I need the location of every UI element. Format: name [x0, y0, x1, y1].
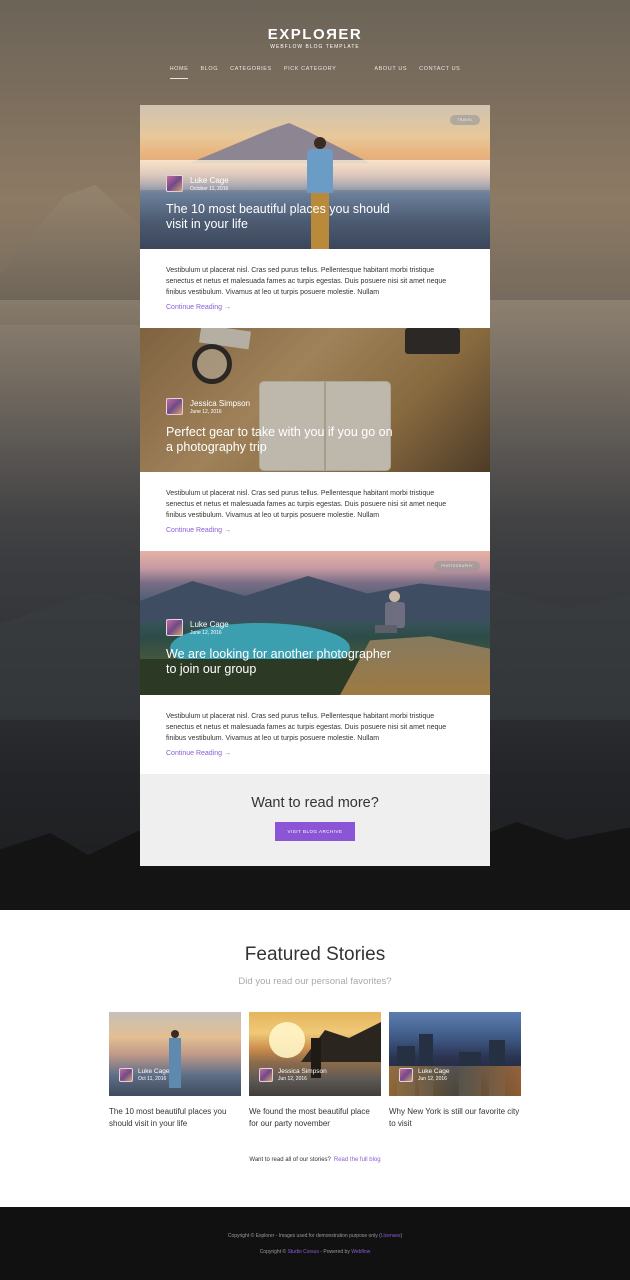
featured-card-image[interactable]: Luke Cage Oct 11, 2016	[109, 1012, 241, 1096]
featured-card[interactable]: Jessica Simpson Jun 12, 2016 We found th…	[249, 1012, 381, 1130]
site-header: EXPLOЯER WEBFLOW BLOG TEMPLATE	[0, 26, 630, 50]
card-author: Jessica Simpson Jun 12, 2016	[259, 1068, 327, 1082]
post-image[interactable]: Jessica Simpson June 12, 2016 Perfect ge…	[140, 328, 490, 472]
nav-about-us[interactable]: ABOUT US	[374, 66, 407, 79]
nav-categories[interactable]: CATEGORIES	[230, 66, 272, 79]
post-date: October 11, 2016	[190, 185, 229, 192]
post-excerpt: Vestibulum ut placerat nisl. Cras sed pu…	[166, 713, 447, 742]
featured-card-title[interactable]: The 10 most beautiful places you should …	[109, 1106, 241, 1130]
post-title[interactable]: The 10 most beautiful places you should …	[166, 202, 396, 232]
post-body: Vestibulum ut placerat nisl. Cras sed pu…	[140, 249, 490, 328]
post-card: PHOTOGRAPHY Luke Cage June 12, 2016 We a…	[140, 551, 490, 774]
avatar	[259, 1068, 273, 1082]
author-meta: Luke Cage October 11, 2016	[190, 176, 229, 192]
footer-line-2: Copyright © Studio Corsus - Powered by W…	[0, 1249, 630, 1255]
footer-powered-by: - Powered by	[318, 1249, 352, 1255]
post-excerpt: Vestibulum ut placerat nisl. Cras sed pu…	[166, 490, 447, 519]
post-body: Vestibulum ut placerat nisl. Cras sed pu…	[140, 472, 490, 551]
featured-card[interactable]: Luke Cage Oct 11, 2016 The 10 most beaut…	[109, 1012, 241, 1130]
hiker-figure	[375, 591, 405, 641]
continue-reading-link[interactable]: Continue Reading →	[166, 304, 464, 311]
author-meta: Jessica Simpson June 12, 2016	[190, 399, 250, 415]
site-tagline: WEBFLOW BLOG TEMPLATE	[270, 44, 360, 50]
avatar	[119, 1068, 133, 1082]
author-name: Luke Cage	[138, 1068, 170, 1075]
continue-reading-link[interactable]: Continue Reading →	[166, 527, 464, 534]
studio-corsus-link[interactable]: Studio Corsus	[288, 1249, 319, 1255]
site-logo[interactable]: EXPLOЯER	[0, 26, 630, 43]
footer-paren: )	[400, 1233, 403, 1239]
read-more-section: Want to read more? VISIT BLOG ARCHIVE	[140, 774, 490, 866]
mountain-range	[140, 576, 490, 621]
site-footer: Copyright © Explorer - Images used for d…	[0, 1207, 630, 1280]
category-badge[interactable]: TRAVEL	[450, 115, 480, 125]
nav-contact-us[interactable]: CONTACT US	[419, 66, 460, 79]
author-meta: Luke Cage Jun 12, 2016	[418, 1068, 449, 1082]
post-card: Jessica Simpson June 12, 2016 Perfect ge…	[140, 328, 490, 551]
post-date: Jun 12, 2016	[418, 1076, 447, 1082]
post-title[interactable]: We are looking for another photographer …	[166, 647, 396, 677]
read-more-heading: Want to read more?	[251, 795, 379, 811]
post-image[interactable]: PHOTOGRAPHY Luke Cage June 12, 2016 We a…	[140, 551, 490, 695]
card-author: Luke Cage Oct 11, 2016	[119, 1068, 169, 1082]
licenses-link[interactable]: Licenses	[381, 1233, 401, 1239]
mountain-peak	[190, 123, 370, 163]
post-title[interactable]: Perfect gear to take with you if you go …	[166, 425, 396, 455]
featured-stories-section: Featured Stories Did you read our person…	[0, 910, 630, 1207]
visit-blog-archive-button[interactable]: VISIT BLOG ARCHIVE	[275, 822, 355, 841]
nav-spacer	[348, 66, 362, 79]
author-name: Jessica Simpson	[278, 1068, 327, 1075]
continue-reading-link[interactable]: Continue Reading →	[166, 750, 464, 757]
post-author: Luke Cage June 12, 2016	[166, 619, 229, 636]
author-meta: Luke Cage June 12, 2016	[190, 620, 229, 636]
posts-list: TRAVEL Luke Cage October 11, 2016 The 10…	[140, 105, 490, 866]
featured-card-title[interactable]: Why New York is still our favorite city …	[389, 1106, 521, 1130]
author-name: Jessica Simpson	[190, 398, 251, 408]
full-blog-cta: Want to read all of our stories? Read the…	[0, 1157, 630, 1163]
nav-home[interactable]: HOME	[169, 66, 189, 79]
post-image[interactable]: TRAVEL Luke Cage October 11, 2016 The 10…	[140, 105, 490, 249]
avatar	[166, 619, 183, 636]
footer-copyright-2: Copyright ©	[259, 1249, 287, 1255]
avatar	[166, 398, 183, 415]
post-author: Luke Cage October 11, 2016	[166, 175, 229, 192]
author-meta: Luke Cage Oct 11, 2016	[138, 1068, 169, 1082]
featured-subheading: Did you read our personal favorites?	[238, 976, 392, 987]
author-name: Luke Cage	[190, 175, 229, 185]
sun	[269, 1022, 305, 1058]
featured-cards: Luke Cage Oct 11, 2016 The 10 most beaut…	[109, 1012, 521, 1130]
person-figure	[169, 1030, 181, 1088]
footer-copyright-text: Copyright © Explorer - Images used for d…	[227, 1233, 381, 1239]
post-date: June 12, 2016	[190, 629, 222, 636]
author-name: Luke Cage	[418, 1068, 450, 1075]
avatar	[399, 1068, 413, 1082]
featured-card-image[interactable]: Jessica Simpson Jun 12, 2016	[249, 1012, 381, 1096]
featured-card[interactable]: Luke Cage Jun 12, 2016 Why New York is s…	[389, 1012, 521, 1130]
nav-pick-category[interactable]: PICK CATEGORY	[284, 66, 337, 79]
featured-card-title[interactable]: We found the most beautiful place for ou…	[249, 1106, 381, 1130]
main-nav: HOME BLOG CATEGORIES PICK CATEGORY ABOUT…	[0, 66, 630, 79]
full-blog-text: Want to read all of our stories?	[249, 1157, 331, 1163]
card-author: Luke Cage Jun 12, 2016	[399, 1068, 449, 1082]
post-body: Vestibulum ut placerat nisl. Cras sed pu…	[140, 695, 490, 774]
author-name: Luke Cage	[190, 619, 229, 629]
avatar	[166, 175, 183, 192]
read-full-blog-link[interactable]: Read the full blog	[334, 1157, 381, 1163]
post-card: TRAVEL Luke Cage October 11, 2016 The 10…	[140, 105, 490, 328]
post-date: Oct 11, 2016	[138, 1076, 167, 1082]
webflow-link[interactable]: Webflow	[351, 1249, 370, 1255]
nav-blog[interactable]: BLOG	[200, 66, 218, 79]
author-meta: Jessica Simpson Jun 12, 2016	[278, 1068, 327, 1082]
footer-line-1: Copyright © Explorer - Images used for d…	[0, 1233, 630, 1239]
person-figure	[307, 137, 333, 249]
post-date: Jun 12, 2016	[278, 1076, 307, 1082]
post-author: Jessica Simpson June 12, 2016	[166, 398, 250, 415]
featured-card-image[interactable]: Luke Cage Jun 12, 2016	[389, 1012, 521, 1096]
post-date: June 12, 2016	[190, 408, 222, 415]
post-excerpt: Vestibulum ut placerat nisl. Cras sed pu…	[166, 267, 447, 296]
category-badge[interactable]: PHOTOGRAPHY	[434, 561, 480, 571]
featured-heading: Featured Stories	[244, 944, 386, 965]
